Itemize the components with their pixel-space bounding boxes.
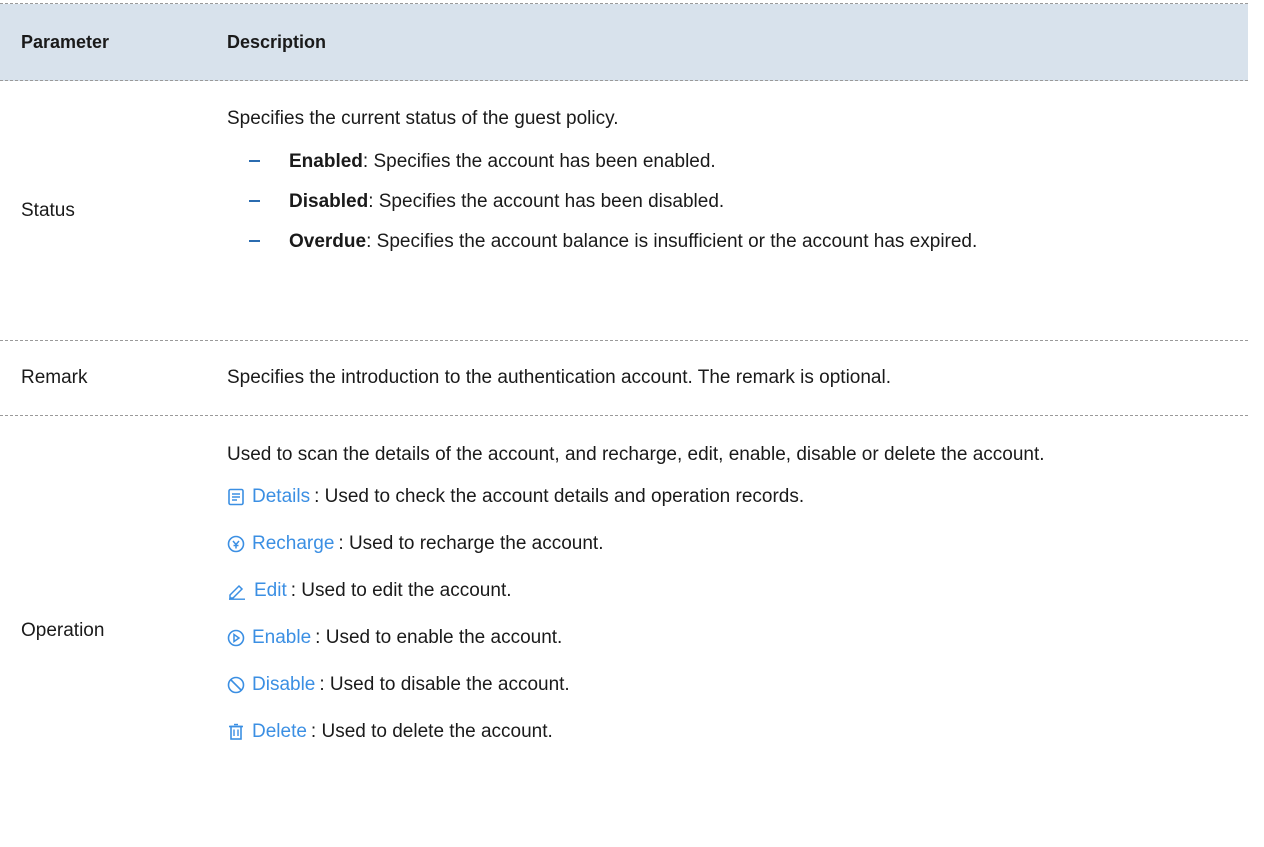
operation-item-recharge: Recharge : Used to recharge the account. (227, 530, 1228, 558)
disable-icon (227, 676, 245, 694)
enable-text: : Used to enable the account. (315, 627, 563, 648)
operation-item-delete: Delete : Used to delete the account. (227, 718, 1228, 746)
status-text: : Specifies the account has been disable… (368, 191, 725, 212)
operation-intro: Used to scan the details of the account,… (227, 444, 1045, 465)
enable-label: Enable (252, 627, 312, 648)
edit-link[interactable]: Edit (227, 580, 287, 602)
table-row-remark: Remark Specifies the introduction to the… (0, 341, 1248, 416)
delete-link[interactable]: Delete (227, 721, 307, 743)
list-item: Enabled: Specifies the account has been … (227, 148, 1228, 176)
disable-link[interactable]: Disable (227, 674, 315, 696)
status-text: : Specifies the account has been enabled… (362, 151, 716, 172)
status-term: Overdue (289, 231, 367, 252)
operation-item-details: Details : Used to check the account deta… (227, 483, 1228, 511)
operation-item-enable: Enable : Used to enable the account. (227, 624, 1228, 652)
enable-icon (227, 629, 245, 647)
disable-label: Disable (252, 674, 316, 695)
enable-link[interactable]: Enable (227, 627, 311, 649)
operation-description: Used to scan the details of the account,… (227, 416, 1248, 846)
status-text: : Specifies the account balance is insuf… (366, 231, 978, 252)
table-header-row: Parameter Description (0, 4, 1248, 81)
delete-icon (229, 723, 243, 740)
status-term: Disabled (289, 191, 369, 212)
details-link[interactable]: Details (227, 486, 310, 508)
edit-label: Edit (254, 580, 287, 601)
list-item: Overdue: Specifies the account balance i… (227, 228, 1228, 256)
status-term: Enabled (289, 151, 363, 172)
operation-item-disable: Disable : Used to disable the account. (227, 671, 1228, 699)
edit-text: : Used to edit the account. (290, 580, 512, 601)
details-label: Details (252, 486, 311, 507)
recharge-label: Recharge (252, 533, 335, 554)
operation-item-edit: Edit : Used to edit the account. (227, 577, 1228, 605)
disable-text: : Used to disable the account. (319, 674, 570, 695)
parameter-table: Parameter Description Status Specifies t… (0, 3, 1248, 846)
edit-icon (229, 584, 245, 600)
header-description: Description (227, 31, 327, 52)
dash-bullet-icon (249, 200, 260, 202)
param-status: Status (21, 199, 75, 221)
recharge-link[interactable]: Recharge (227, 533, 334, 555)
table-row-status: Status Specifies the current status of t… (0, 81, 1248, 341)
remark-description: Specifies the introduction to the authen… (227, 367, 891, 388)
dash-bullet-icon (249, 160, 260, 162)
details-text: : Used to check the account details and … (314, 486, 805, 507)
status-description: Specifies the current status of the gues… (227, 81, 1248, 340)
param-remark: Remark (21, 367, 88, 388)
delete-text: : Used to delete the account. (310, 721, 553, 742)
param-operation: Operation (21, 620, 105, 641)
details-icon (228, 488, 244, 506)
table-row-operation: Operation Used to scan the details of th… (0, 416, 1248, 846)
header-parameter: Parameter (21, 31, 110, 52)
dash-bullet-icon (249, 240, 260, 242)
recharge-icon (227, 535, 245, 553)
recharge-text: : Used to recharge the account. (338, 533, 604, 554)
status-list: Enabled: Specifies the account has been … (227, 148, 1228, 256)
delete-label: Delete (252, 721, 307, 742)
list-item: Disabled: Specifies the account has been… (227, 188, 1228, 216)
status-intro: Specifies the current status of the gues… (227, 108, 619, 129)
